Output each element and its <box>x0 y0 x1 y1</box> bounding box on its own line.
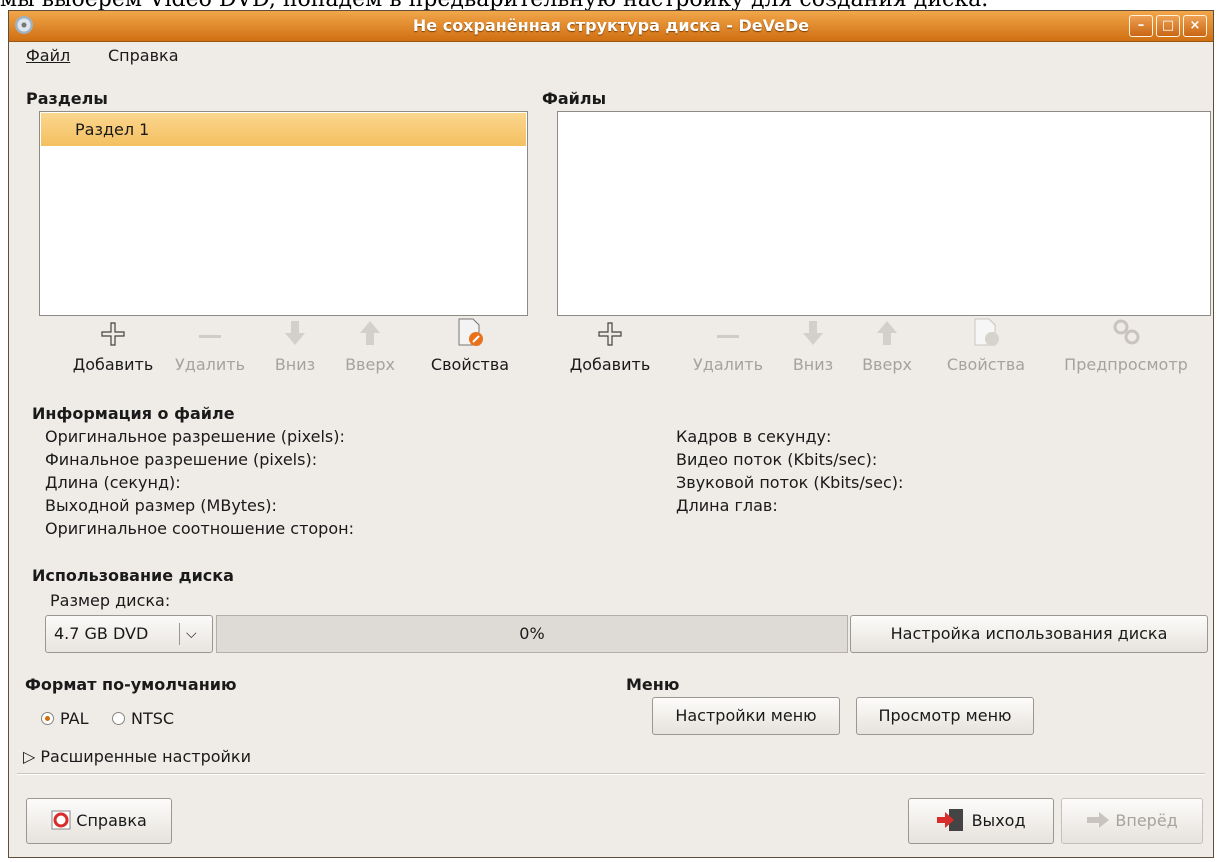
pal-radio[interactable]: PAL <box>41 709 88 728</box>
info-final-resolution: Финальное разрешение (pixels): <box>45 450 318 469</box>
chevron-down-icon: ⌵ <box>186 626 197 642</box>
radio-unselected-icon <box>112 712 125 725</box>
disk-size-label: Размер диска: <box>50 591 171 610</box>
sections-properties-label: Свойства <box>430 355 510 374</box>
divider <box>17 773 1205 775</box>
sections-remove-label: Удалить <box>175 355 245 374</box>
minus-icon <box>199 335 221 338</box>
triangle-right-icon: ▷ <box>23 747 36 766</box>
files-preview-label: Предпросмотр <box>1064 355 1188 374</box>
info-video-bitrate: Видео поток (Kbits/sec): <box>676 450 878 469</box>
menu-settings-button[interactable]: Настройки меню <box>652 697 840 735</box>
forward-button-label: Вперёд <box>1115 811 1178 830</box>
files-down-label: Вниз <box>792 355 834 374</box>
sections-properties-button[interactable]: Свойства <box>414 317 526 374</box>
sections-add-button[interactable]: Добавить <box>67 317 159 374</box>
default-format-heading: Формат по-умолчанию <box>25 675 237 694</box>
files-properties-button[interactable]: Свойства <box>931 317 1041 374</box>
document-properties-icon <box>458 318 483 346</box>
combo-separator <box>179 623 180 645</box>
disk-size-select[interactable]: 4.7 GB DVD ⌵ <box>45 615 213 653</box>
devede-window: Не сохранённая структура диска - DeVeDe … <box>8 10 1214 858</box>
sections-down-label: Вниз <box>274 355 316 374</box>
advanced-settings-expander[interactable]: ▷ Расширенные настройки <box>23 746 251 767</box>
arrow-down-icon <box>803 321 823 345</box>
maximize-button[interactable]: □ <box>1156 15 1180 37</box>
menu-file[interactable]: Файл <box>26 42 70 70</box>
pal-label: PAL <box>60 709 89 728</box>
ntsc-radio[interactable]: NTSC <box>112 709 174 728</box>
menu-file-label: Файл <box>26 46 71 65</box>
files-down-button[interactable]: Вниз <box>782 317 844 374</box>
document-properties-icon <box>974 318 999 346</box>
files-remove-button[interactable]: Удалить <box>681 317 775 374</box>
sections-heading: Разделы <box>26 89 108 108</box>
info-length: Длина (секунд): <box>45 473 181 492</box>
sections-up-button[interactable]: Вверх <box>334 317 406 374</box>
arrow-up-icon <box>877 321 897 345</box>
info-fps: Кадров в секунду: <box>676 427 832 446</box>
info-chapter-length: Длина глав: <box>676 496 778 515</box>
menu-help-label: Справка <box>108 46 179 65</box>
sections-list[interactable]: Раздел 1 <box>39 111 528 316</box>
arrow-right-icon <box>1087 812 1110 828</box>
files-up-button[interactable]: Вверх <box>851 317 923 374</box>
ntsc-label: NTSC <box>131 709 175 728</box>
sections-add-label: Добавить <box>72 355 154 374</box>
disk-size-value: 4.7 GB DVD <box>54 624 149 643</box>
menu-help[interactable]: Справка <box>108 42 179 70</box>
menu-heading: Меню <box>626 675 680 694</box>
list-item[interactable]: Раздел 1 <box>41 113 526 146</box>
sections-up-label: Вверх <box>345 355 395 374</box>
advanced-settings-label: Расширенные настройки <box>40 747 251 766</box>
arrow-down-icon <box>285 321 305 345</box>
sections-down-button[interactable]: Вниз <box>264 317 326 374</box>
menu-bar: Файл Справка <box>9 42 1213 70</box>
info-aspect-ratio: Оригинальное соотношение сторон: <box>45 519 354 538</box>
help-button[interactable]: Справка <box>26 798 172 844</box>
files-properties-label: Свойства <box>946 355 1026 374</box>
disk-usage-heading: Использование диска <box>32 566 234 585</box>
close-button[interactable]: × <box>1183 15 1207 37</box>
info-output-size: Выходной размер (MBytes): <box>45 496 277 515</box>
exit-icon <box>937 809 964 831</box>
window-title: Не сохранённая структура диска - DeVeDe <box>412 16 810 35</box>
menu-preview-button[interactable]: Просмотр меню <box>856 697 1034 735</box>
files-heading: Файлы <box>542 89 607 108</box>
files-up-label: Вверх <box>862 355 912 374</box>
plus-icon <box>101 322 125 346</box>
files-remove-label: Удалить <box>693 355 763 374</box>
disk-usage-settings-button[interactable]: Настройка использования диска <box>850 615 1208 653</box>
files-add-label: Добавить <box>569 355 651 374</box>
info-audio-bitrate: Звуковой поток (Kbits/sec): <box>676 473 904 492</box>
exit-button-label: Выход <box>971 811 1026 830</box>
minus-icon <box>717 335 739 338</box>
arrow-up-icon <box>360 321 380 345</box>
disk-usage-progress: 0% <box>216 615 848 653</box>
files-add-button[interactable]: Добавить <box>562 317 658 374</box>
minimize-button[interactable]: – <box>1129 15 1153 37</box>
info-original-resolution: Оригинальное разрешение (pixels): <box>45 427 345 446</box>
title-bar[interactable]: Не сохранённая структура диска - DeVeDe … <box>9 11 1213 42</box>
forward-button[interactable]: Вперёд <box>1061 798 1203 844</box>
files-list[interactable] <box>557 111 1211 316</box>
file-info-heading: Информация о файле <box>32 404 235 423</box>
plus-icon <box>598 322 622 346</box>
gears-icon <box>1113 319 1140 345</box>
sections-remove-button[interactable]: Удалить <box>163 317 257 374</box>
help-button-label: Справка <box>76 811 147 830</box>
files-preview-button[interactable]: Предпросмотр <box>1046 317 1206 374</box>
exit-button[interactable]: Выход <box>908 798 1054 844</box>
help-icon <box>51 810 71 830</box>
radio-selected-icon <box>41 712 54 725</box>
